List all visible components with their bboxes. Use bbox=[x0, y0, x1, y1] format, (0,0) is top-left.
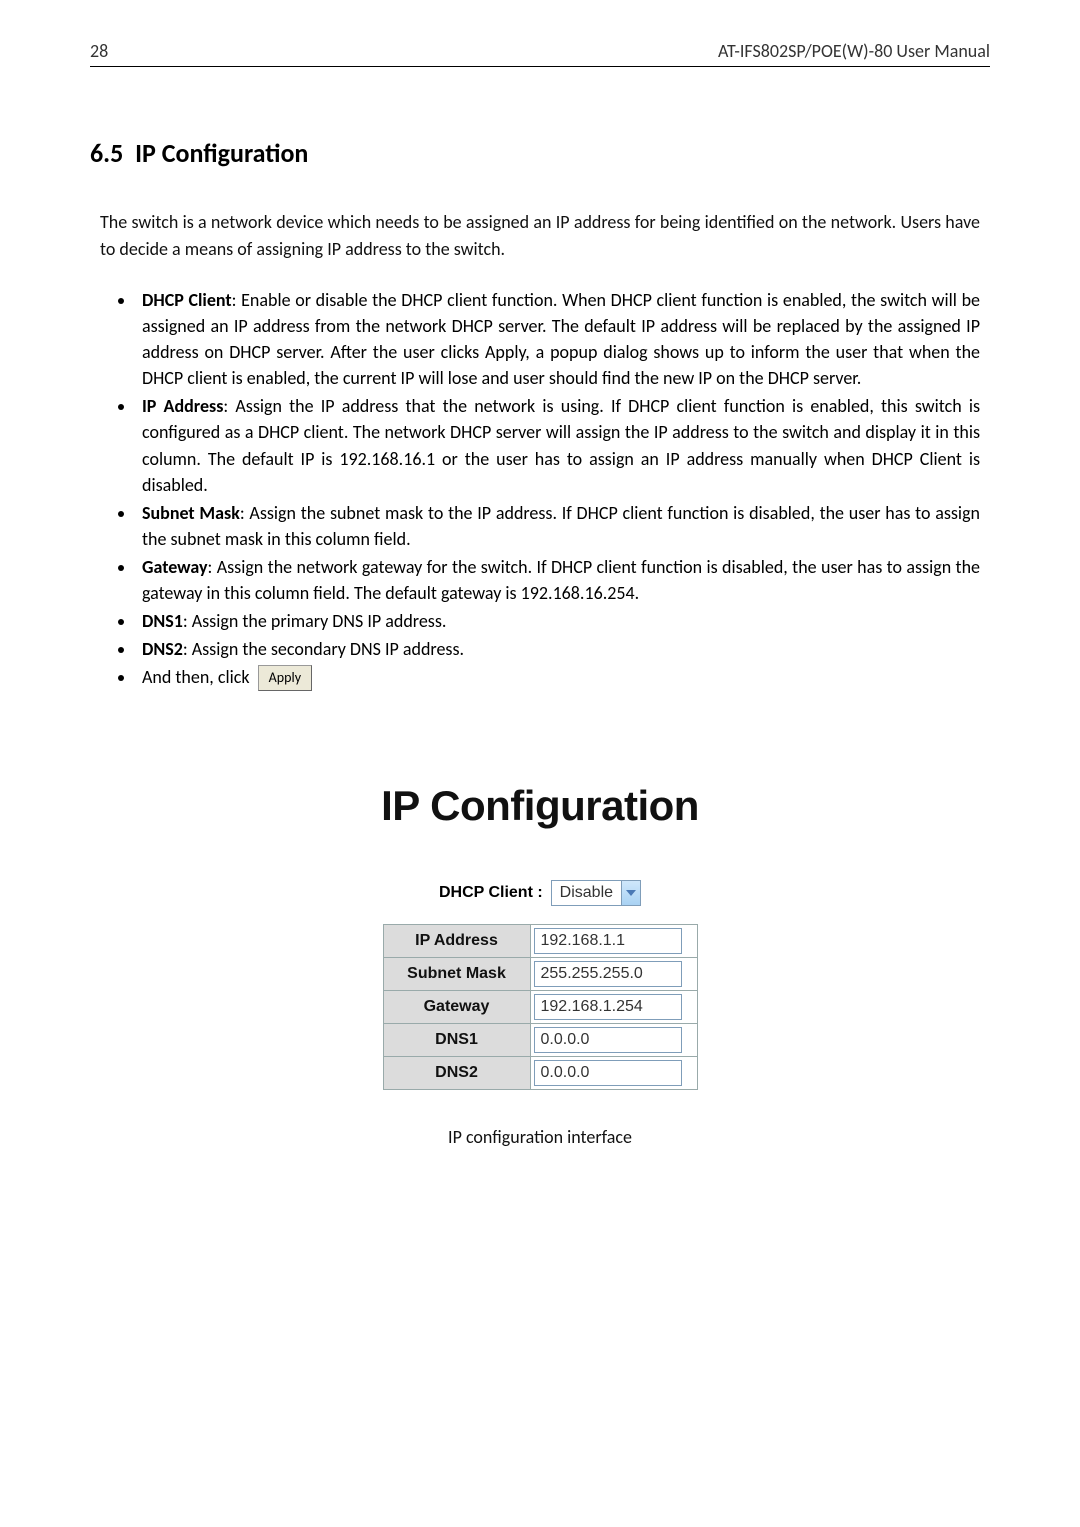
bullet-text: : Assign the IP address that the network… bbox=[142, 395, 980, 495]
row-label: DNS1 bbox=[383, 1024, 530, 1057]
bullet-term: DNS2 bbox=[142, 638, 183, 660]
manual-title: AT-IFS802SP/POE(W)-80 User Manual bbox=[718, 40, 990, 62]
section-heading: 6.5 IP Configuration bbox=[90, 137, 990, 169]
bullet-text: : Assign the network gateway for the swi… bbox=[142, 556, 980, 604]
and-then-text: And then, click bbox=[142, 666, 250, 688]
figure-caption: IP configuration interface bbox=[90, 1126, 990, 1148]
apply-button[interactable]: Apply bbox=[258, 665, 312, 691]
list-item: Gateway: Assign the network gateway for … bbox=[136, 554, 980, 606]
feature-list: DHCP Client: Enable or disable the DHCP … bbox=[100, 287, 980, 692]
row-label: DNS2 bbox=[383, 1057, 530, 1090]
table-row: Subnet Mask 255.255.255.0 bbox=[383, 958, 697, 991]
page-number: 28 bbox=[90, 40, 108, 62]
ip-config-table: IP Address 192.168.1.1 Subnet Mask 255.2… bbox=[383, 924, 698, 1090]
bullet-term: IP Address bbox=[142, 395, 223, 417]
table-row: IP Address 192.168.1.1 bbox=[383, 925, 697, 958]
dns1-input[interactable]: 0.0.0.0 bbox=[534, 1027, 682, 1053]
list-item: IP Address: Assign the IP address that t… bbox=[136, 393, 980, 497]
table-row: DNS2 0.0.0.0 bbox=[383, 1057, 697, 1090]
ip-address-input[interactable]: 192.168.1.1 bbox=[534, 928, 682, 954]
list-item: And then, click Apply bbox=[136, 664, 980, 692]
bullet-term: DNS1 bbox=[142, 610, 183, 632]
gateway-input[interactable]: 192.168.1.254 bbox=[534, 994, 682, 1020]
bullet-term: DHCP Client bbox=[142, 289, 232, 311]
bullet-term: Gateway bbox=[142, 556, 208, 578]
bullet-text: : Enable or disable the DHCP client func… bbox=[142, 289, 980, 389]
chevron-down-icon bbox=[621, 881, 640, 905]
row-label: Gateway bbox=[383, 991, 530, 1024]
dhcp-client-select[interactable]: Disable bbox=[551, 880, 641, 906]
table-row: DNS1 0.0.0.0 bbox=[383, 1024, 697, 1057]
list-item: DNS2: Assign the secondary DNS IP addres… bbox=[136, 636, 980, 662]
section-number: 6.5 bbox=[90, 137, 123, 169]
config-screenshot: IP Configuration DHCP Client : Disable I… bbox=[90, 782, 990, 1148]
dhcp-client-label: DHCP Client : bbox=[439, 884, 543, 902]
bullet-term: Subnet Mask bbox=[142, 502, 240, 524]
intro-paragraph: The switch is a network device which nee… bbox=[100, 209, 980, 263]
table-row: Gateway 192.168.1.254 bbox=[383, 991, 697, 1024]
section-title-text: IP Configuration bbox=[135, 137, 308, 169]
list-item: DNS1: Assign the primary DNS IP address. bbox=[136, 608, 980, 634]
bullet-text: : Assign the secondary DNS IP address. bbox=[183, 638, 464, 660]
dns2-input[interactable]: 0.0.0.0 bbox=[534, 1060, 682, 1086]
row-label: Subnet Mask bbox=[383, 958, 530, 991]
row-label: IP Address bbox=[383, 925, 530, 958]
dhcp-client-value: Disable bbox=[552, 884, 621, 902]
list-item: Subnet Mask: Assign the subnet mask to t… bbox=[136, 500, 980, 552]
page-header: 28 AT-IFS802SP/POE(W)-80 User Manual bbox=[90, 40, 990, 67]
config-panel-title: IP Configuration bbox=[90, 782, 990, 830]
subnet-mask-input[interactable]: 255.255.255.0 bbox=[534, 961, 682, 987]
bullet-text: : Assign the subnet mask to the IP addre… bbox=[142, 502, 980, 550]
list-item: DHCP Client: Enable or disable the DHCP … bbox=[136, 287, 980, 391]
bullet-text: : Assign the primary DNS IP address. bbox=[183, 610, 447, 632]
